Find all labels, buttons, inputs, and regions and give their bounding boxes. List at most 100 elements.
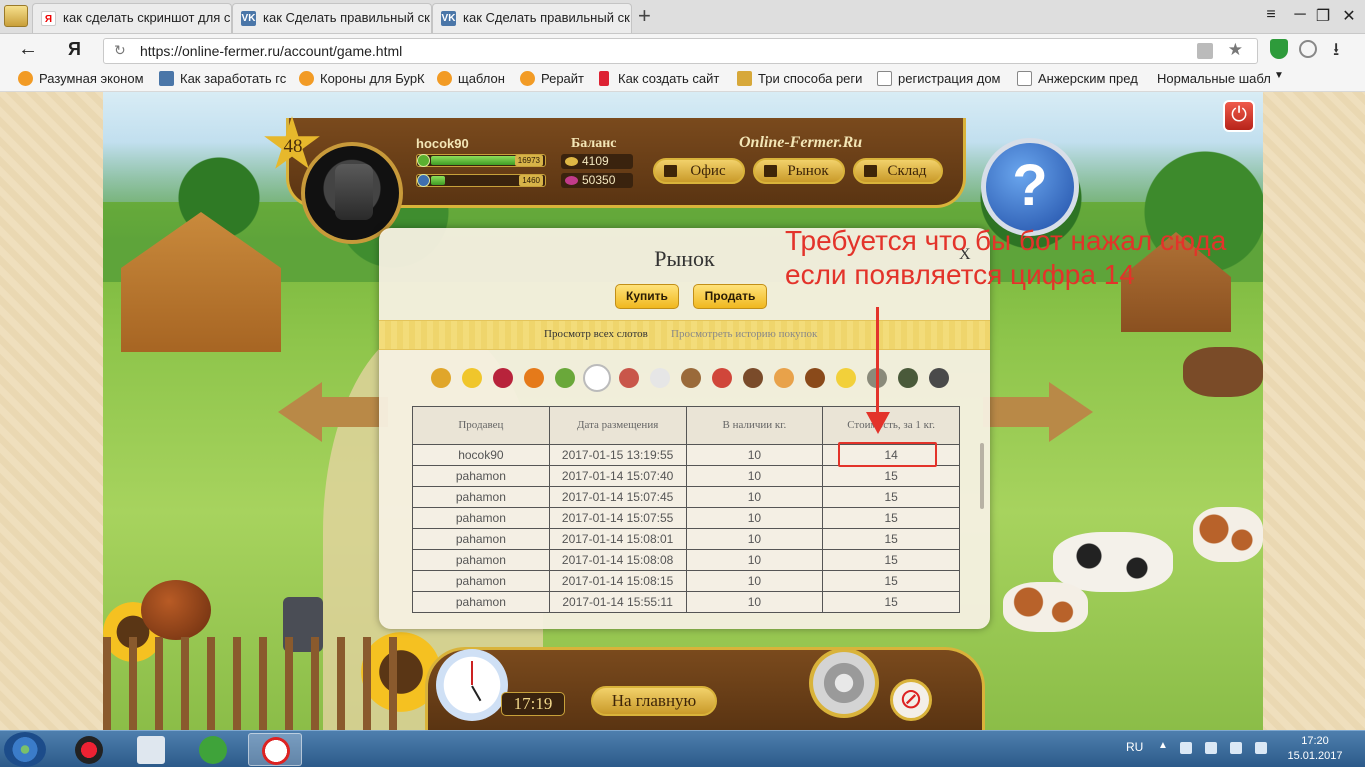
back-icon[interactable]: ← <box>18 38 38 61</box>
cheese-icon[interactable] <box>836 368 856 388</box>
help-button[interactable]: ? <box>981 138 1079 236</box>
game-time: 17:19 <box>501 692 565 716</box>
bookmark-item[interactable]: Нормальные шабл <box>1136 71 1271 86</box>
bookmark-label: Короны для БурК <box>320 71 425 86</box>
restore-icon[interactable]: ❐ <box>1310 6 1336 26</box>
tray-network-icon[interactable] <box>1205 742 1217 754</box>
bookmark-label: Три способа реги <box>758 71 863 86</box>
tray-device-icon[interactable] <box>1180 742 1192 754</box>
butter-icon[interactable] <box>681 368 701 388</box>
peas-icon[interactable] <box>555 368 575 388</box>
game-canvas: 48 hocok90 16973 1460 Баланс 4109 50350 … <box>103 92 1263 730</box>
product-icons-row <box>431 364 951 392</box>
bookmark-item[interactable]: регистрация дом <box>877 71 1001 86</box>
tab-title: как Сделать правильный ск <box>263 10 430 25</box>
lock-icon[interactable] <box>1197 43 1213 59</box>
url-text[interactable]: https://online-fermer.ru/account/game.ht… <box>140 43 402 59</box>
wheat-icon[interactable] <box>431 368 451 388</box>
meat-icon[interactable] <box>619 368 639 388</box>
cell-price[interactable]: 15 <box>822 486 960 508</box>
tab-bar: Я как сделать скриншот для с VK как Сдел… <box>0 0 1365 34</box>
table-row[interactable]: pahamon 2017-01-14 15:07:40 10 15 <box>412 465 960 487</box>
close-icon[interactable]: ✕ <box>1336 6 1362 26</box>
bookmark-item[interactable]: Анжерским пред <box>1017 71 1138 86</box>
yandex-logo-icon[interactable]: Я <box>68 39 81 60</box>
sound-mute-icon[interactable]: ⊘ <box>890 679 932 721</box>
offers-table: Продавец Дата размещения В наличии кг. С… <box>412 406 960 613</box>
table-row[interactable]: pahamon 2017-01-14 15:08:01 10 15 <box>412 528 960 550</box>
tab-3[interactable]: VK как Сделать правильный ск <box>432 3 632 33</box>
cell-date: 2017-01-14 15:07:55 <box>548 507 687 529</box>
egg-icon[interactable] <box>583 364 611 392</box>
sausage-icon[interactable] <box>712 368 732 388</box>
bookmark-item[interactable]: Рерайт <box>520 71 584 86</box>
tab-1[interactable]: Я как сделать скриншот для с <box>32 3 232 33</box>
menu-icon[interactable]: ≡ <box>1258 6 1284 24</box>
language-indicator[interactable]: RU <box>1126 740 1143 754</box>
cell-date: 2017-01-14 15:08:15 <box>548 570 687 592</box>
tab-2[interactable]: VK как Сделать правильный ск <box>232 3 432 33</box>
settings-gear-icon[interactable] <box>809 648 879 718</box>
power-icon[interactable]: ⏻ <box>1223 100 1255 132</box>
bucket-icon[interactable] <box>929 368 949 388</box>
download-icon[interactable]: ⭳ <box>1333 37 1339 67</box>
home-button[interactable]: На главную <box>591 686 717 716</box>
scroll-right-arrow[interactable] <box>983 382 1093 442</box>
view-all-slots-link[interactable]: Просмотр всех слотов <box>544 328 648 340</box>
table-row[interactable]: pahamon 2017-01-14 15:55:11 10 15 <box>412 591 960 613</box>
taskbar-clock[interactable]: 17:20 15.01.2017 <box>1280 734 1350 764</box>
bookmark-item[interactable]: Разумная эконом <box>18 71 144 86</box>
table-row[interactable]: pahamon 2017-01-14 15:08:08 10 15 <box>412 549 960 571</box>
annotation-text: Требуется что бы бот нажал сюда если поя… <box>785 224 1305 292</box>
dough-icon[interactable] <box>898 368 918 388</box>
cell-price[interactable]: 15 <box>822 528 960 550</box>
globe-icon[interactable] <box>1299 40 1317 58</box>
cell-price[interactable]: 15 <box>822 465 960 487</box>
office-button[interactable]: Офис <box>653 158 745 184</box>
bookmarks-more-icon[interactable]: ▼ <box>1274 70 1284 81</box>
cell-price[interactable]: 15 <box>822 549 960 571</box>
bookmark-star-icon[interactable]: ★ <box>1228 40 1243 60</box>
table-row[interactable]: pahamon 2017-01-14 15:07:45 10 15 <box>412 486 960 508</box>
cell-price[interactable]: 15 <box>822 507 960 529</box>
tray-sync-icon[interactable] <box>1255 742 1267 754</box>
storage-button[interactable]: Склад <box>853 158 943 184</box>
cell-price[interactable]: 15 <box>822 591 960 613</box>
taskbar-app[interactable] <box>248 733 302 766</box>
yandex-favicon-icon: Я <box>41 11 56 26</box>
cell-price[interactable]: 15 <box>822 570 960 592</box>
new-tab-button[interactable]: + <box>638 5 651 27</box>
tab-title: как Сделать правильный ск <box>463 10 630 25</box>
pumpkin-icon[interactable] <box>524 368 544 388</box>
jug-icon[interactable] <box>743 368 763 388</box>
beet-icon[interactable] <box>493 368 513 388</box>
bookmark-item[interactable]: щаблон <box>437 71 505 86</box>
cell-qty: 10 <box>685 528 824 550</box>
table-row[interactable]: pahamon 2017-01-14 15:08:15 10 15 <box>412 570 960 592</box>
cheese-slice-icon[interactable] <box>774 368 794 388</box>
taskbar-app[interactable] <box>62 733 116 766</box>
view-history-link[interactable]: Просмотреть историю покупок <box>671 328 817 340</box>
buy-button[interactable]: Купить <box>615 284 679 309</box>
table-scrollbar[interactable] <box>980 443 984 509</box>
corn-icon[interactable] <box>462 368 482 388</box>
start-button[interactable] <box>4 732 46 767</box>
taskbar-app[interactable] <box>124 733 178 766</box>
bread-icon[interactable] <box>805 368 825 388</box>
milk-icon[interactable] <box>650 368 670 388</box>
protect-shield-icon[interactable] <box>1270 39 1288 59</box>
bookmark-item[interactable]: Как создать сайт <box>597 71 719 86</box>
url-field[interactable]: ↻ https://online-fermer.ru/account/game.… <box>103 38 1258 64</box>
bookmark-item[interactable]: Короны для БурК <box>299 71 425 86</box>
sell-button[interactable]: Продать <box>693 284 767 309</box>
market-button[interactable]: Рынок <box>753 158 845 184</box>
bookmark-item[interactable]: Как заработать гс <box>159 71 286 86</box>
reload-icon[interactable]: ↻ <box>114 42 126 59</box>
yandex-home-tab-icon[interactable] <box>4 5 28 27</box>
bookmark-item[interactable]: Три способа реги <box>737 71 862 86</box>
tray-volume-icon[interactable] <box>1230 742 1242 754</box>
taskbar-app[interactable] <box>186 733 240 766</box>
clock-icon <box>436 649 508 721</box>
table-row[interactable]: pahamon 2017-01-14 15:07:55 10 15 <box>412 507 960 529</box>
tray-arrow-icon[interactable]: ▲ <box>1158 740 1168 751</box>
